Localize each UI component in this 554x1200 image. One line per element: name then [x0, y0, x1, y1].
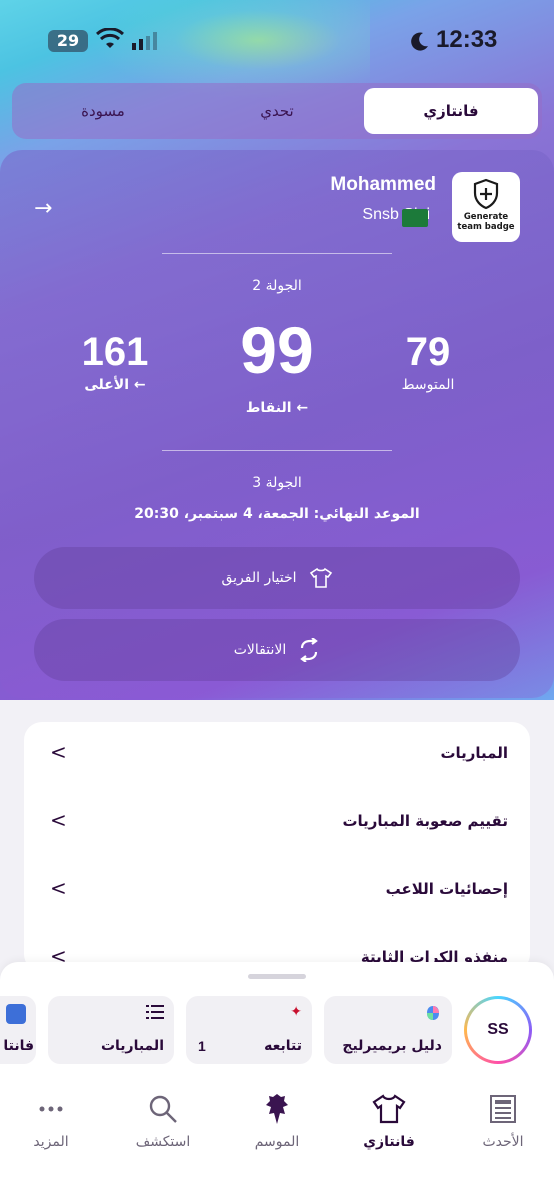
- nav-label: الموسم: [254, 1134, 300, 1150]
- menu-item-fixtures[interactable]: المباريات <: [24, 722, 530, 790]
- nav-more[interactable]: المزيد: [6, 1092, 96, 1150]
- menu-item-label: تقييم صعوبة المباريات: [342, 812, 508, 830]
- wifi-icon: [96, 28, 124, 48]
- next-gameweek: الجولة 3: [252, 475, 302, 491]
- premier-league-lion-icon: [266, 1094, 288, 1124]
- open-team-arrow-icon[interactable]: →: [34, 196, 52, 221]
- matches-shortcut[interactable]: المباريات: [48, 996, 174, 1064]
- gameweek-points-link[interactable]: النقاط ←: [200, 400, 354, 416]
- matches-label: المباريات: [100, 1038, 164, 1054]
- battery-indicator: 29: [48, 30, 88, 52]
- shirt-icon: [309, 567, 332, 588]
- country-flag-icon: [402, 209, 428, 227]
- tab-fantasy[interactable]: فانتازي: [364, 88, 538, 134]
- transfers-button[interactable]: الانتقالات: [34, 619, 520, 681]
- bottom-nav: الأحدث فانتازي الموسم استكشف المزيد: [0, 1080, 554, 1200]
- nav-fantasy[interactable]: فانتازي: [344, 1092, 434, 1150]
- current-gameweek: الجولة 2: [252, 278, 302, 294]
- transfer-arrows-icon: [300, 638, 319, 662]
- status-clock: 12:33: [436, 26, 498, 53]
- menu-item-player-stats[interactable]: إحصائيات اللاعب <: [24, 858, 530, 926]
- deadline-text: الموعد النهائي: الجمعة، 4 سبتمبر، 20:30: [134, 506, 420, 522]
- pick-team-button[interactable]: اختيار الفريق: [34, 547, 520, 609]
- more-dots-icon: [39, 1106, 63, 1112]
- divider: [162, 253, 392, 254]
- tab-draft[interactable]: مسودة: [16, 88, 190, 134]
- status-bar: 29 12:33: [0, 0, 554, 82]
- generate-badge-button[interactable]: Generate team badge: [452, 172, 520, 242]
- transfers-label: الانتقالات: [233, 642, 287, 658]
- search-icon: [149, 1095, 177, 1123]
- nav-label: المزيد: [33, 1134, 69, 1150]
- copilot-icon: [427, 1006, 439, 1020]
- guide-label: دليل بريميرليج: [342, 1038, 442, 1054]
- average-points-value: 79: [405, 330, 451, 374]
- following-shortcut[interactable]: ✦ تتابعه 1: [186, 996, 312, 1064]
- nav-season[interactable]: الموسم: [232, 1092, 322, 1150]
- menu-item-fixture-difficulty[interactable]: تقييم صعوبة المباريات <: [24, 790, 530, 858]
- avatar-initials: SS: [467, 999, 529, 1061]
- mode-tabs: فانتازي تحدي مسودة: [12, 83, 542, 139]
- highest-points-value: 161: [81, 330, 149, 374]
- menu-item-label: المباريات: [440, 744, 508, 762]
- moon-icon: [411, 32, 428, 51]
- pick-team-label: اختيار الفريق: [221, 570, 297, 586]
- nav-latest[interactable]: الأحدث: [458, 1092, 548, 1150]
- manager-name: Mohammed: [330, 174, 436, 195]
- list-icon: [146, 1005, 164, 1019]
- chevron-left-icon: <: [50, 808, 67, 832]
- fantasy-shortcut-partial[interactable]: فانتا: [0, 996, 36, 1064]
- sheet-drag-handle[interactable]: [248, 974, 306, 979]
- following-label: تتابعه: [264, 1038, 302, 1054]
- chevron-left-icon: <: [50, 740, 67, 764]
- guide-shortcut[interactable]: دليل بريميرليج: [324, 996, 452, 1064]
- divider: [162, 450, 392, 451]
- news-icon: [490, 1095, 516, 1123]
- highest-points-link[interactable]: الأعلى ←: [60, 377, 170, 393]
- fantasy-menu: المباريات < تقييم صعوبة المباريات < إحصا…: [24, 722, 530, 972]
- tab-challenge[interactable]: تحدي: [190, 88, 364, 134]
- fantasy-partial-label: فانتا: [3, 1038, 34, 1054]
- cellular-signal-icon: [132, 32, 157, 50]
- gameweek-points-value: 99: [240, 313, 314, 387]
- following-count: 1: [198, 1038, 206, 1054]
- nav-label: الأحدث: [482, 1134, 524, 1150]
- chevron-left-icon: <: [50, 876, 67, 900]
- menu-item-label: إحصائيات اللاعب: [385, 880, 508, 898]
- average-points-label: المتوسط: [401, 377, 455, 393]
- nav-label: استكشف: [135, 1134, 191, 1150]
- premier-league-icon: [6, 1004, 26, 1024]
- shield-plus-icon: [473, 178, 499, 210]
- badge-cta-label: Generate team badge: [457, 212, 515, 232]
- profile-avatar[interactable]: SS: [464, 996, 532, 1064]
- shirt-icon: [372, 1094, 406, 1124]
- nav-label: فانتازي: [363, 1134, 415, 1150]
- nav-explore[interactable]: استكشف: [118, 1092, 208, 1150]
- liverpool-crest-icon: ✦: [290, 1004, 302, 1020]
